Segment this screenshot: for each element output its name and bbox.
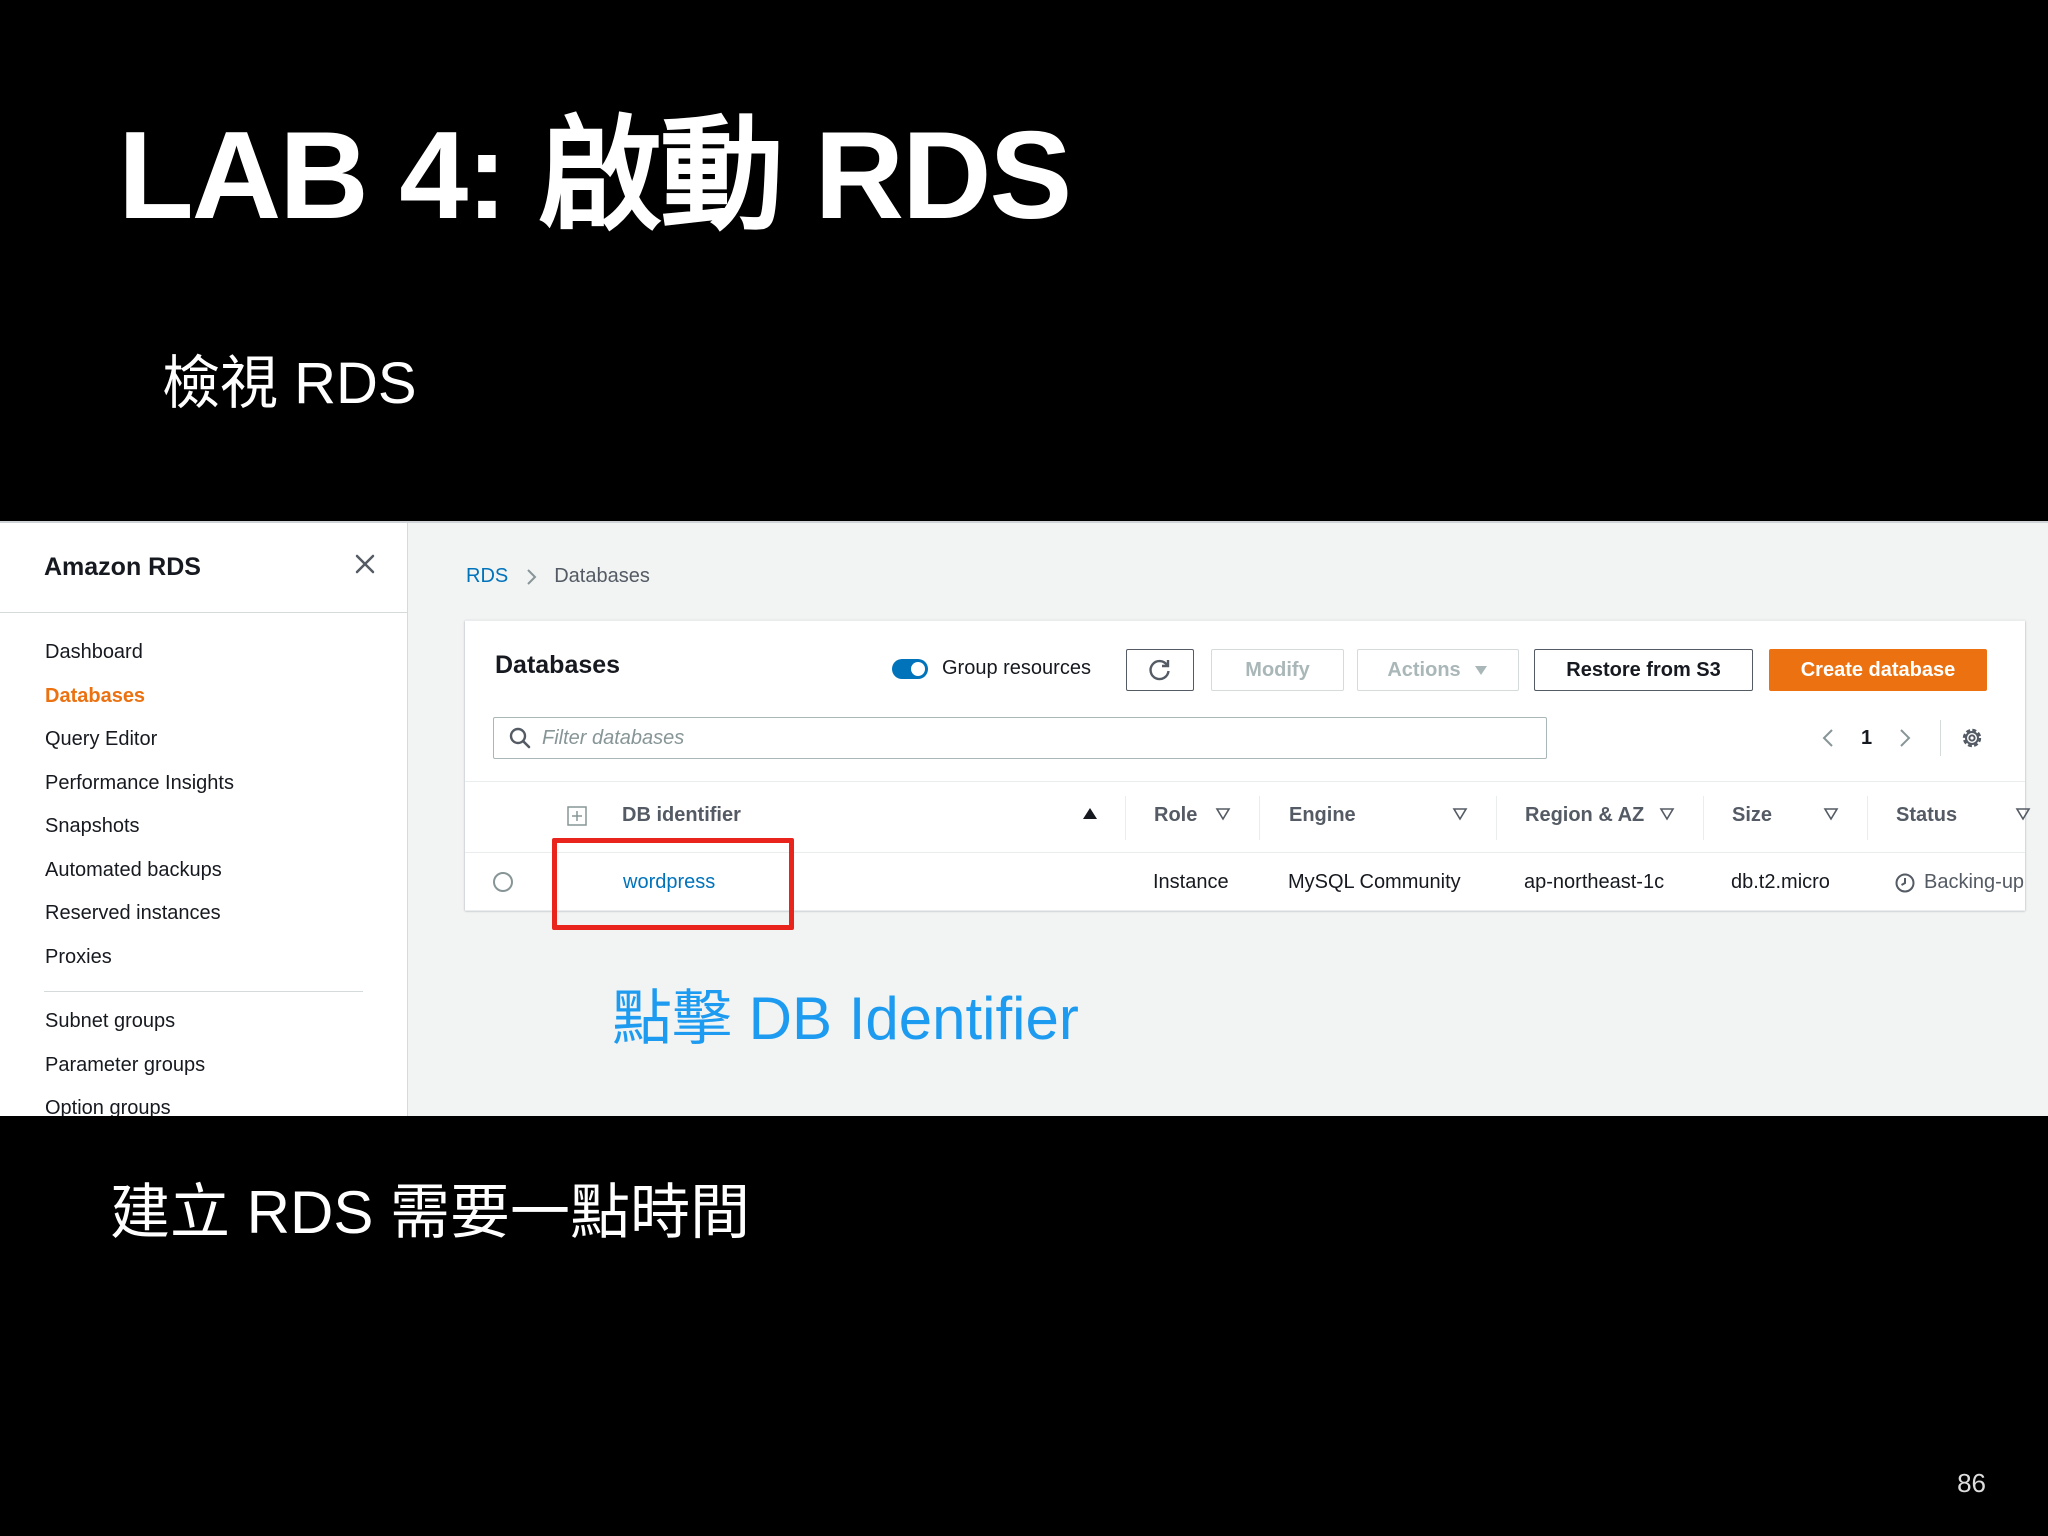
cell-region: ap-northeast-1c: [1524, 871, 1665, 893]
chevron-right-icon[interactable]: [1892, 726, 1916, 750]
sort-icon[interactable]: [1450, 804, 1470, 824]
nav-item-query-editor[interactable]: Query Editor: [0, 718, 407, 762]
sort-ascending-icon[interactable]: [1080, 804, 1100, 824]
restore-from-s3-button[interactable]: Restore from S3: [1534, 649, 1753, 691]
actions-label: Actions: [1387, 658, 1461, 681]
modify-button[interactable]: Modify: [1211, 649, 1344, 691]
pagination: 1: [1817, 720, 1985, 756]
slide-note: 建立 RDS 需要一點時間: [110, 1179, 751, 1246]
filter-databases-search[interactable]: [493, 717, 1547, 759]
panel-title: Databases: [495, 651, 621, 679]
breadcrumb: RDS Databases: [466, 565, 650, 588]
nav-list-secondary: Subnet groups Parameter groups Option gr…: [0, 1000, 407, 1116]
sidenav-header: Amazon RDS: [0, 523, 407, 613]
page-number: 86: [1957, 1468, 1986, 1498]
column-size[interactable]: Size: [1732, 804, 1772, 827]
cell-size: db.t2.micro: [1731, 871, 1830, 893]
nav-item-snapshots[interactable]: Snapshots: [0, 805, 407, 849]
cell-engine: MySQL Community: [1288, 871, 1461, 893]
nav-item-option-groups[interactable]: Option groups: [0, 1087, 407, 1116]
filter-databases-input[interactable]: [542, 726, 1522, 750]
refresh-button[interactable]: [1126, 649, 1194, 691]
breadcrumb-rds-link[interactable]: RDS: [466, 565, 508, 588]
nav-item-proxies[interactable]: Proxies: [0, 936, 407, 980]
chevron-left-icon[interactable]: [1817, 726, 1841, 750]
slide-title: LAB 4: 啟動 RDS: [118, 107, 1072, 245]
clock-icon: [1895, 873, 1915, 893]
slide-subtitle: 檢視 RDS: [162, 351, 417, 416]
annotation-text: 點擊 DB Identifier: [612, 985, 1079, 1052]
column-region-az[interactable]: Region & AZ: [1525, 804, 1644, 827]
group-resources-label: Group resources: [942, 657, 1091, 679]
nav-item-reserved-instances[interactable]: Reserved instances: [0, 892, 407, 936]
sort-icon[interactable]: [1657, 804, 1677, 824]
chevron-right-icon: [527, 568, 537, 585]
column-db-identifier[interactable]: DB identifier: [622, 804, 741, 827]
nav-item-dashboard[interactable]: Dashboard: [0, 631, 407, 675]
sidenav-title: Amazon RDS: [44, 553, 201, 581]
search-icon: [509, 727, 531, 749]
nav-item-automated-backups[interactable]: Automated backups: [0, 849, 407, 893]
expand-all-icon[interactable]: [567, 806, 587, 826]
side-navigation: Amazon RDS Dashboard Databases Query Edi…: [0, 523, 408, 1116]
cell-role: Instance: [1153, 871, 1229, 893]
group-resources-toggle[interactable]: Group resources: [892, 657, 1091, 680]
cell-status: Backing-up: [1924, 871, 2025, 893]
sort-icon[interactable]: [1213, 804, 1233, 824]
actions-button[interactable]: Actions: [1357, 649, 1519, 691]
create-database-button[interactable]: Create database: [1769, 649, 1987, 691]
nav-list: Dashboard Databases Query Editor Perform…: [0, 613, 407, 979]
current-page[interactable]: 1: [1861, 727, 1872, 750]
nav-item-databases[interactable]: Databases: [0, 675, 407, 719]
column-role[interactable]: Role: [1154, 804, 1197, 827]
toggle-switch[interactable]: [892, 658, 928, 679]
column-status[interactable]: Status: [1896, 804, 1957, 827]
nav-item-performance-insights[interactable]: Performance Insights: [0, 762, 407, 806]
row-select-radio[interactable]: [493, 872, 513, 892]
gear-icon[interactable]: [1959, 725, 1985, 751]
column-engine[interactable]: Engine: [1289, 804, 1356, 827]
close-icon[interactable]: [350, 549, 380, 579]
nav-item-parameter-groups[interactable]: Parameter groups: [0, 1044, 407, 1088]
breadcrumb-current: Databases: [554, 565, 650, 587]
nav-item-subnet-groups[interactable]: Subnet groups: [0, 1000, 407, 1044]
caret-down-icon: [1474, 666, 1487, 675]
nav-divider: [44, 991, 363, 992]
pager-divider: [1940, 720, 1942, 756]
highlight-box: [552, 838, 794, 930]
sort-icon[interactable]: [2013, 804, 2033, 824]
refresh-icon: [1149, 659, 1170, 681]
sort-icon[interactable]: [1821, 804, 1841, 824]
